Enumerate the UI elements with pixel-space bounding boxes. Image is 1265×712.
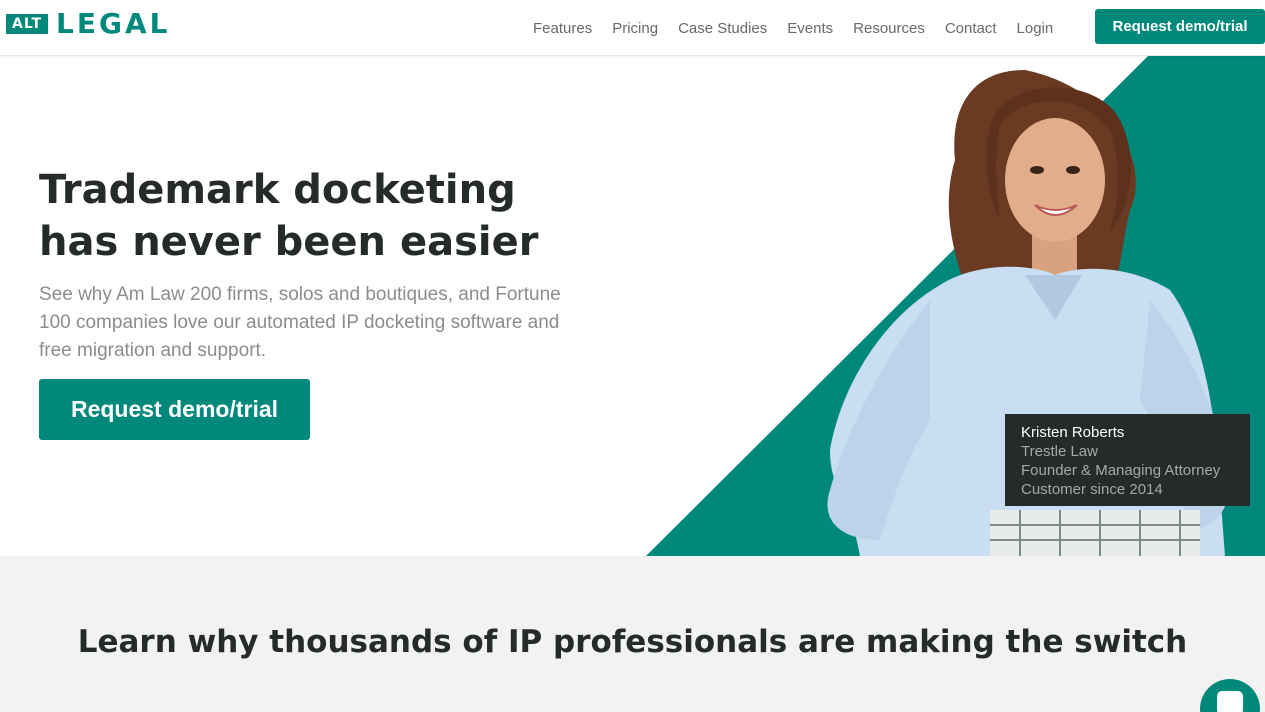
header-request-demo-button[interactable]: Request demo/trial — [1095, 9, 1265, 44]
switch-heading: Learn why thousands of IP professionals … — [77, 624, 1188, 660]
hero-subtitle: See why Am Law 200 firms, solos and bout… — [39, 284, 561, 361]
nav-login[interactable]: Login — [1017, 20, 1054, 37]
chat-icon — [1217, 691, 1243, 712]
logo-wordmark: LEGAL — [56, 7, 171, 40]
testimonial-caption: Kristen Roberts Trestle Law Founder & Ma… — [1005, 414, 1250, 506]
hero-request-demo-button[interactable]: Request demo/trial — [39, 379, 310, 440]
hero-title: Trademark docketing has never been easie… — [39, 164, 599, 268]
alt-legal-logo[interactable]: ALT LEGAL — [6, 9, 170, 39]
customer-name: Kristen Roberts — [1021, 424, 1125, 441]
nav-features[interactable]: Features — [533, 20, 592, 37]
customer-firm: Trestle Law — [1021, 443, 1098, 460]
customer-since: Customer since 2014 — [1021, 481, 1163, 498]
nav-contact[interactable]: Contact — [945, 20, 997, 37]
chat-launcher-button[interactable] — [1200, 679, 1260, 712]
nav-case-studies[interactable]: Case Studies — [678, 20, 767, 37]
main-nav: Features Pricing Case Studies Events Res… — [533, 0, 1073, 56]
switch-section: Learn why thousands of IP professionals … — [0, 556, 1265, 712]
nav-pricing[interactable]: Pricing — [612, 20, 658, 37]
logo-badge: ALT — [6, 14, 48, 34]
hero-title-line2: has never been easier — [39, 219, 539, 265]
nav-events[interactable]: Events — [787, 20, 833, 37]
site-header: ALT LEGAL Features Pricing Case Studies … — [0, 0, 1265, 56]
customer-role: Founder & Managing Attorney — [1021, 462, 1221, 479]
hero-title-line1: Trademark docketing — [39, 167, 516, 213]
hero-section: Trademark docketing has never been easie… — [0, 56, 1265, 556]
nav-resources[interactable]: Resources — [853, 20, 925, 37]
